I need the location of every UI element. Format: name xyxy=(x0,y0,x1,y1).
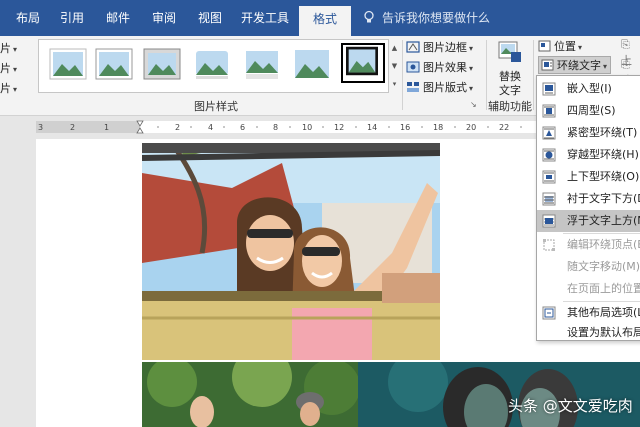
picture-styles-label: 图片样式 xyxy=(194,100,238,113)
picture-effects-button[interactable]: 图片效果 ▾ xyxy=(406,58,473,78)
bus-selfie-photo[interactable] xyxy=(142,143,440,360)
svg-text:16: 16 xyxy=(400,123,410,132)
picture-style-thumbnail[interactable] xyxy=(193,48,231,80)
svg-text:1: 1 xyxy=(104,123,109,132)
tight-wrap-icon xyxy=(542,126,556,140)
picture-border-button[interactable]: 图片边框 ▾ xyxy=(406,38,473,58)
ribbon-tab-bar: 布局 引用 邮件 审阅 视图 开发工具 格式 告诉我你想要做什么 xyxy=(0,0,640,36)
menu-item-move-with-text[interactable]: 随文字移动(M) xyxy=(537,256,640,278)
picture-style-thumbnail[interactable] xyxy=(243,48,281,80)
tell-me-text: 告诉我你想要做什么 xyxy=(382,11,491,25)
accessibility-label: 辅助功能 xyxy=(488,100,532,113)
wrap-text-menu: 嵌入型(I) 四周型(S) 紧密型环绕(T) 穿越型环绕(H) 上下型环绕(O)… xyxy=(536,75,640,341)
svg-text:18: 18 xyxy=(433,123,443,132)
svg-text:12: 12 xyxy=(334,123,344,132)
position-icon xyxy=(538,40,551,52)
tab-format[interactable]: 格式 xyxy=(299,6,351,36)
svg-text:4: 4 xyxy=(208,123,213,132)
square-wrap-icon xyxy=(542,104,556,118)
menu-item-inline[interactable]: 嵌入型(I) xyxy=(537,78,640,100)
svg-text:22: 22 xyxy=(499,123,509,132)
picture-effects-icon xyxy=(406,61,420,73)
behind-text-icon xyxy=(542,192,556,206)
lightbulb-icon xyxy=(364,10,374,23)
wrap-text-button[interactable]: 环绕文字 ▾ xyxy=(538,56,612,74)
tab-view[interactable]: 视图 xyxy=(190,0,230,36)
svg-text:8: 8 xyxy=(273,123,278,132)
svg-text:3: 3 xyxy=(38,123,43,132)
group-divider xyxy=(402,40,403,110)
truncated-label-1[interactable]: 片 ▾ xyxy=(0,40,17,56)
gallery-up-icon[interactable]: ▲ xyxy=(389,39,400,57)
menu-item-fix-position[interactable]: 在页面上的位置 xyxy=(537,278,640,300)
gallery-more-icon[interactable]: ▾ xyxy=(389,75,400,93)
tab-review[interactable]: 审阅 xyxy=(144,0,184,36)
top-bottom-wrap-icon xyxy=(542,170,556,184)
menu-item-edit-wrap-points[interactable]: 编辑环绕顶点(E) xyxy=(537,234,640,256)
dialog-launcher-icon[interactable]: ↘ xyxy=(470,100,477,109)
group-divider xyxy=(533,40,534,110)
menu-item-top-bottom[interactable]: 上下型环绕(O) xyxy=(537,166,640,188)
in-front-of-text-icon xyxy=(542,214,556,228)
truncated-label-3[interactable]: 片 ▾ xyxy=(0,80,17,96)
menu-item-tight[interactable]: 紧密型环绕(T) xyxy=(537,122,640,144)
svg-text:6: 6 xyxy=(240,123,245,132)
picture-style-thumbnail[interactable] xyxy=(143,48,181,80)
picture-style-thumbnail[interactable] xyxy=(293,48,331,80)
picture-border-icon xyxy=(406,41,420,53)
svg-text:20: 20 xyxy=(466,123,476,132)
menu-item-square[interactable]: 四周型(S) xyxy=(537,100,640,122)
svg-text:14: 14 xyxy=(367,123,377,132)
menu-item-more-layout-options[interactable]: 其他布局选项(L) xyxy=(537,302,640,324)
tell-me-box[interactable]: 告诉我你想要做什么 xyxy=(362,0,490,36)
layout-options-icon xyxy=(542,306,556,320)
tab-layout[interactable]: 布局 xyxy=(10,0,46,36)
word-window: 布局 引用 邮件 审阅 视图 开发工具 格式 告诉我你想要做什么 片 ▾ 片 ▾ 片… xyxy=(0,0,640,427)
alt-text-icon xyxy=(498,41,521,62)
picture-style-thumbnail[interactable] xyxy=(49,48,87,80)
picture-layout-button[interactable]: 图片版式 ▾ xyxy=(406,78,473,98)
svg-text:2: 2 xyxy=(175,123,180,132)
menu-item-behind-text[interactable]: 衬于文字下方(D) xyxy=(537,188,640,210)
alt-text-button[interactable]: 替换 文字 xyxy=(490,40,530,98)
tab-mailings[interactable]: 邮件 xyxy=(98,0,138,36)
watermark-text: 头条 @文文爱吃肉 xyxy=(508,397,633,415)
picture-layout-icon xyxy=(407,82,419,92)
wrap-text-icon xyxy=(541,59,554,71)
menu-item-through[interactable]: 穿越型环绕(H) xyxy=(537,144,640,166)
tab-references[interactable]: 引用 xyxy=(52,0,92,36)
picture-styles-gallery xyxy=(38,39,400,93)
svg-text:10: 10 xyxy=(302,123,312,132)
gallery-down-icon[interactable]: ▼ xyxy=(389,57,400,75)
edit-wrap-points-icon xyxy=(543,239,555,251)
truncated-label-2[interactable]: 片 ▾ xyxy=(0,60,17,76)
position-button[interactable]: 位置 ▾ xyxy=(538,38,582,56)
gallery-scroll[interactable]: ▲ ▼ ▾ xyxy=(388,39,400,93)
menu-item-in-front-of-text[interactable]: 浮于文字上方(N) xyxy=(537,210,640,232)
svg-text:2: 2 xyxy=(70,123,75,132)
group-divider xyxy=(486,40,487,110)
inline-wrap-icon xyxy=(542,82,556,96)
picture-style-thumbnail-selected[interactable] xyxy=(341,43,385,83)
through-wrap-icon xyxy=(542,148,556,162)
tab-developer[interactable]: 开发工具 xyxy=(236,0,294,36)
picture-style-thumbnail[interactable] xyxy=(95,48,133,80)
trees-photo[interactable] xyxy=(142,362,358,427)
menu-item-set-as-default[interactable]: 设置为默认布局 xyxy=(537,322,640,344)
